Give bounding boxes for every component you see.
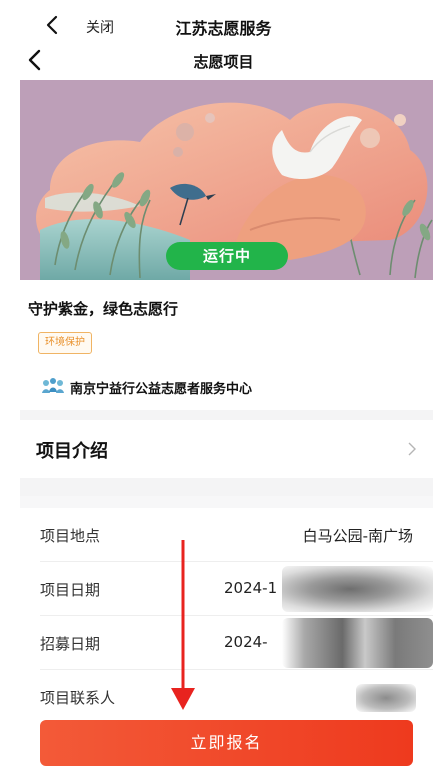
category-tag: 环境保护 xyxy=(38,332,92,354)
redaction-scribble xyxy=(282,618,433,668)
miniprogram-topbar: 关闭 江苏志愿服务 xyxy=(0,0,447,42)
detail-contact-row: 项目联系人 xyxy=(20,670,433,724)
signup-button[interactable]: 立即报名 xyxy=(40,720,413,766)
section-divider xyxy=(20,410,433,420)
project-name: 守护紫金，绿色志愿行 xyxy=(28,300,179,318)
date-value: 2024-1 xyxy=(224,579,278,597)
page-title: 志愿项目 xyxy=(193,53,254,71)
status-badge: 运行中 xyxy=(166,242,288,270)
annotation-arrow-icon xyxy=(171,540,195,710)
location-label: 项目地点 xyxy=(40,527,101,545)
chevron-right-icon xyxy=(408,442,416,456)
recruit-value: 2024- xyxy=(224,633,268,651)
page-navbar: 志愿项目 xyxy=(0,42,447,78)
detail-recruit-row: 招募日期 2024- xyxy=(20,616,433,670)
contact-label: 项目联系人 xyxy=(40,689,116,707)
redaction-scribble xyxy=(282,566,433,612)
project-intro-row[interactable]: 项目介绍 xyxy=(20,420,433,478)
project-banner-image: 运行中 xyxy=(20,80,433,280)
location-value: 白马公园-南广场 xyxy=(302,527,413,545)
date-label: 项目日期 xyxy=(40,581,101,599)
detail-location-row: 项目地点 白马公园-南广场 xyxy=(20,508,433,562)
organization-name: 南京宁益行公益志愿者服务中心 xyxy=(70,382,253,397)
detail-date-row: 项目日期 2024-1 xyxy=(20,562,433,616)
redaction-scribble xyxy=(356,684,416,712)
section-divider xyxy=(20,496,433,508)
section-divider xyxy=(20,478,433,496)
organization-logo-icon xyxy=(42,378,64,393)
recruit-label: 招募日期 xyxy=(40,635,101,653)
intro-title: 项目介绍 xyxy=(36,441,108,462)
app-title: 江苏志愿服务 xyxy=(175,19,272,38)
